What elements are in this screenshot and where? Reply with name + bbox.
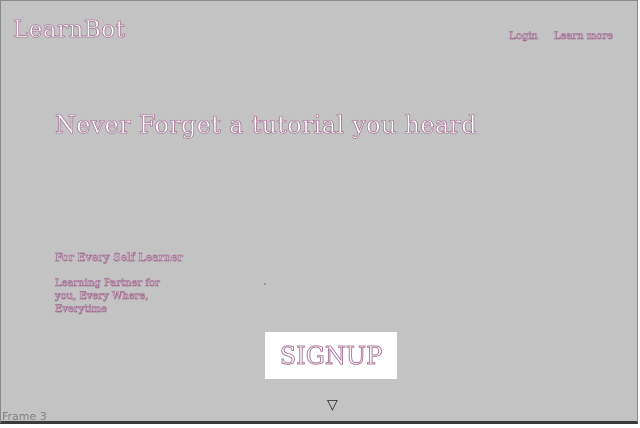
signup-button[interactable]: SIGNUP [265, 332, 397, 379]
hero-title: Never Forget a tutorial you heard [55, 111, 477, 140]
hero-description: Learning Partner for you, Every Where, E… [55, 278, 160, 316]
decorative-dot [264, 283, 266, 285]
learn-more-link[interactable]: Learn more [554, 31, 614, 43]
triangle-down-icon[interactable]: ▽ [327, 397, 338, 413]
hero-subheading: For Every Self Learner [55, 251, 183, 265]
frame-canvas: LearnBot Login Learn more Never Forget a… [0, 0, 638, 424]
brand-logo[interactable]: LearnBot [13, 17, 126, 44]
frame-label: Frame 3 [2, 410, 47, 423]
top-nav: Login Learn more [509, 31, 614, 43]
login-link[interactable]: Login [509, 31, 538, 43]
